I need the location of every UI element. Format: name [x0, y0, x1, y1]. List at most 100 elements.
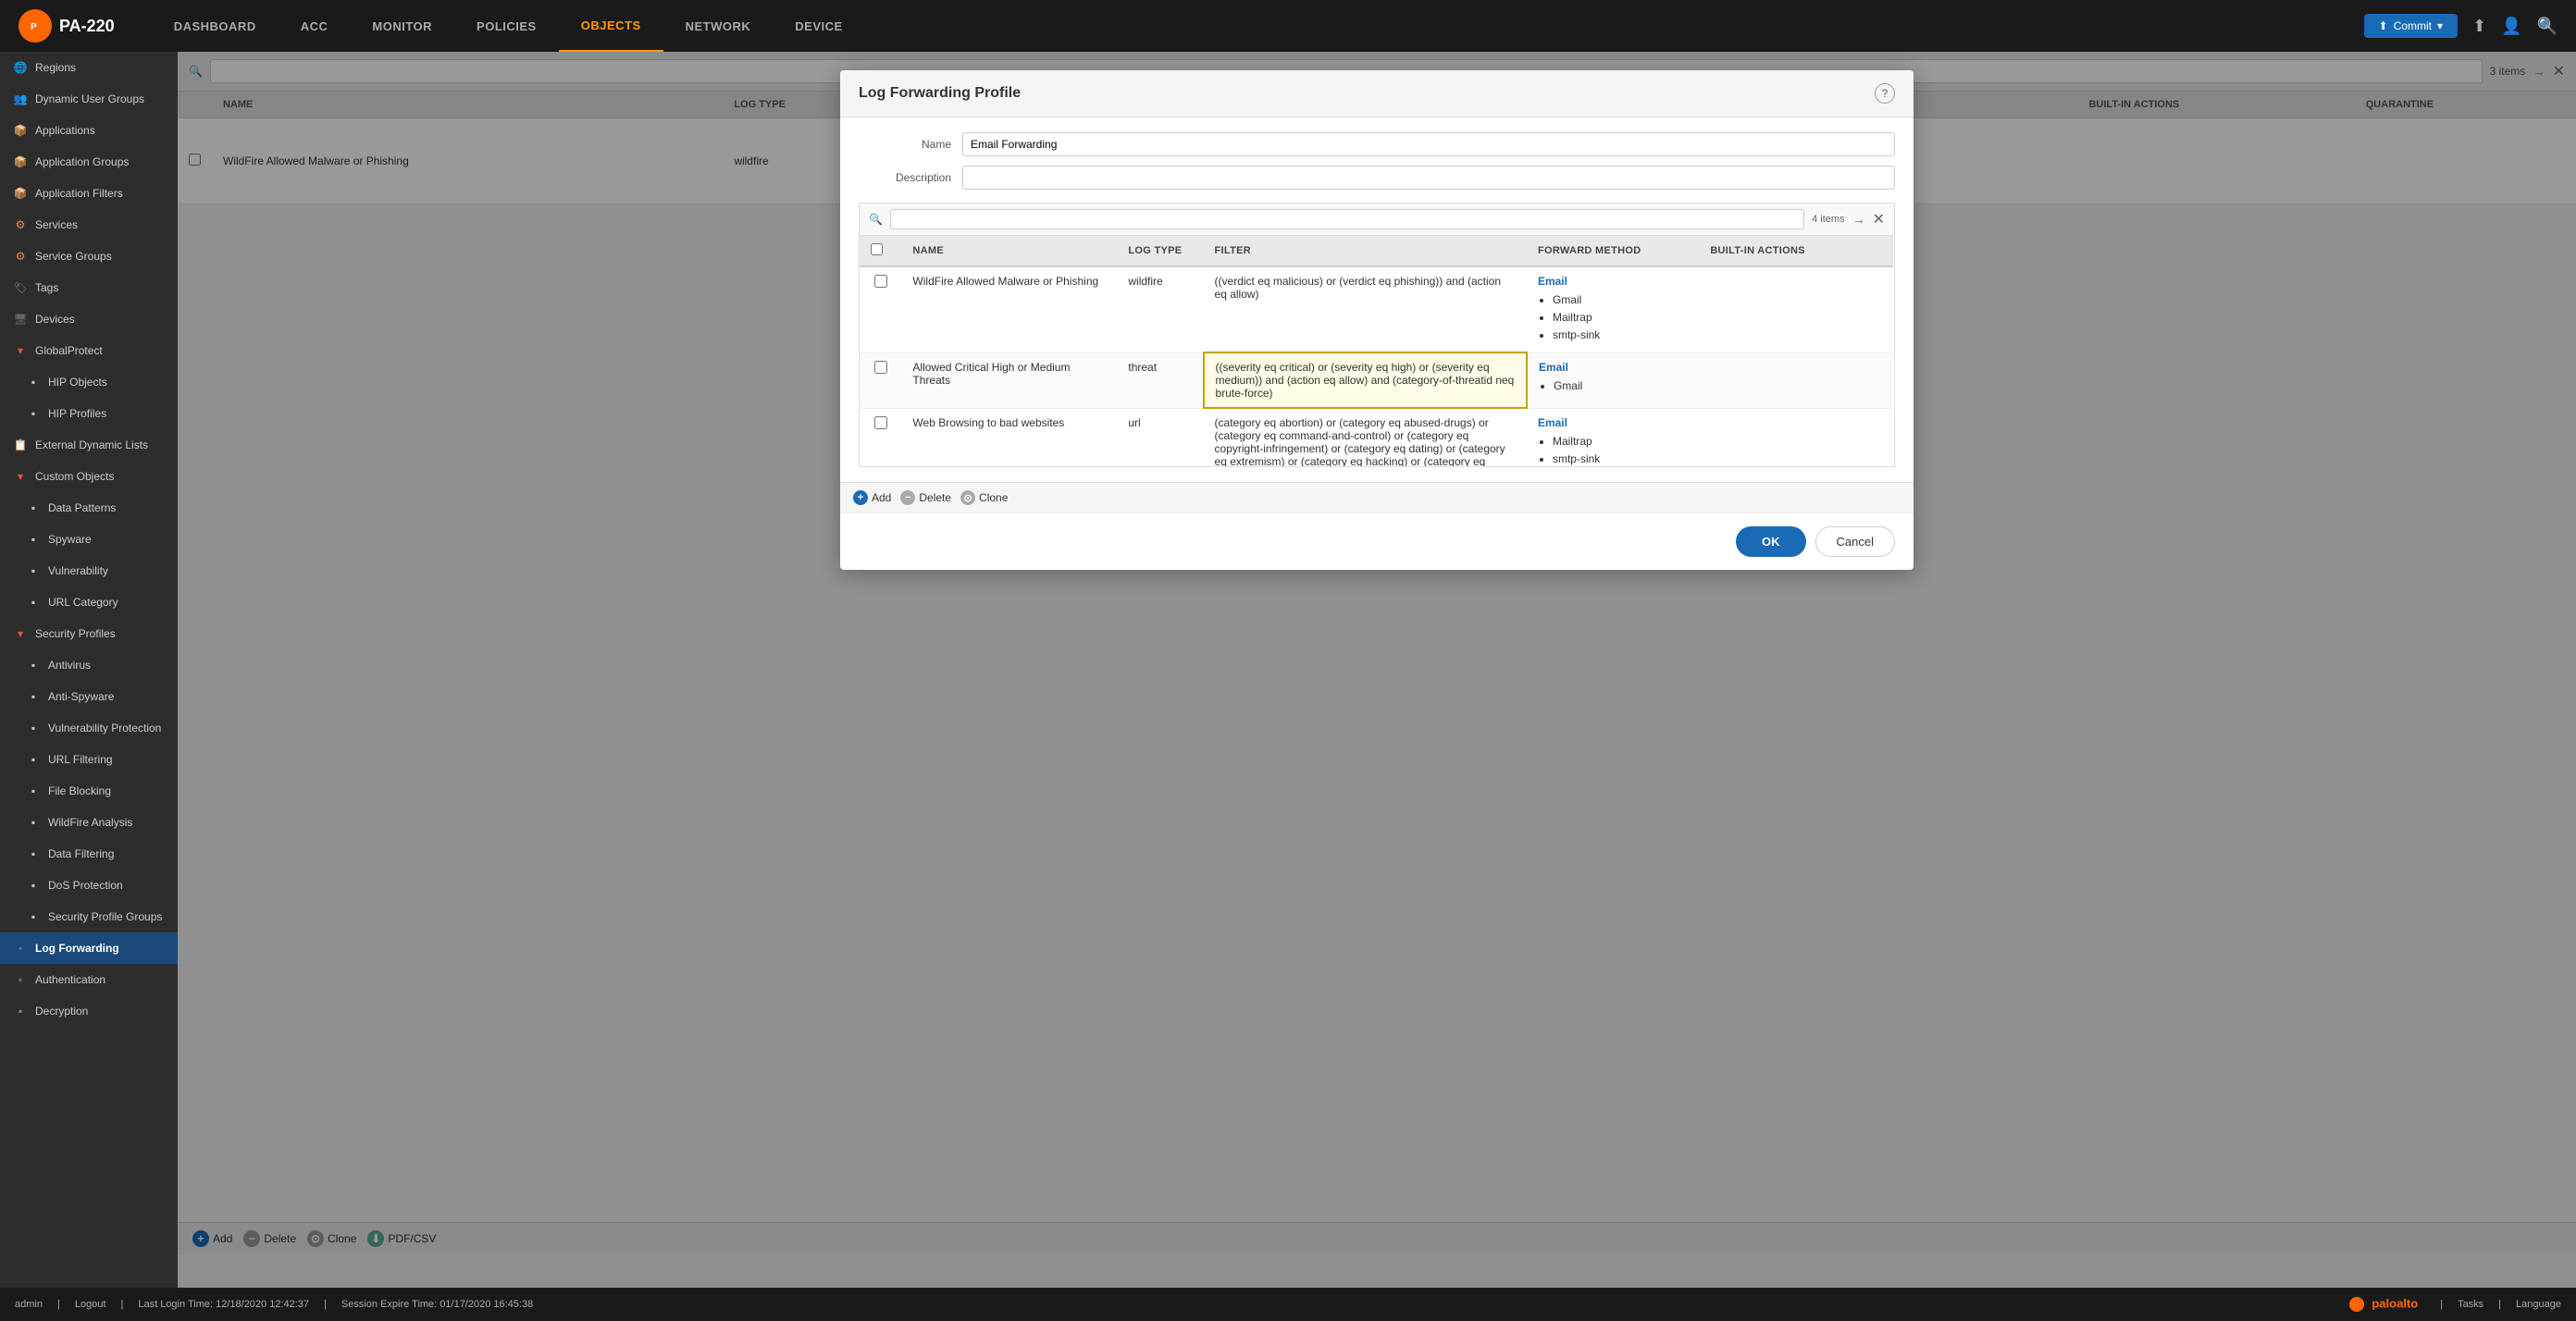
sidebar-item-tags[interactable]: 🏷 Tags [0, 272, 178, 303]
sidebar-item-anti-spyware[interactable]: ▪ Anti-Spyware [0, 681, 178, 712]
modal-help-button[interactable]: ? [1875, 83, 1895, 104]
authentication-icon: ▪ [13, 972, 28, 987]
select-all-checkbox[interactable] [871, 243, 883, 255]
row-2-logtype: url [1117, 408, 1203, 467]
upload-icon-button[interactable]: ⬆ [2472, 17, 2486, 36]
sidebar-item-authentication[interactable]: ▪ Authentication [0, 964, 178, 995]
sidebar-item-application-filters[interactable]: 📦 Application Filters [0, 178, 178, 209]
top-navigation: P PA-220 DASHBOARD ACC MONITOR POLICIES … [0, 0, 2576, 52]
inner-search-input[interactable] [890, 209, 1804, 229]
cancel-button[interactable]: Cancel [1815, 526, 1895, 557]
modal-delete-button[interactable]: − Delete [900, 490, 951, 505]
nav-device[interactable]: DEVICE [773, 0, 864, 52]
row-1-checkbox[interactable] [874, 361, 887, 374]
ok-button[interactable]: OK [1736, 526, 1806, 557]
sidebar-item-url-category[interactable]: ▪ URL Category [0, 586, 178, 618]
sidebar-item-log-forwarding[interactable]: ▪ Log Forwarding [0, 932, 178, 964]
row-1-email-link[interactable]: Email [1539, 361, 1568, 374]
name-row: Name [859, 132, 1895, 156]
inner-table-wrapper: 🔍 4 items → ✕ [859, 203, 1895, 467]
vulnerability-icon: ▪ [26, 563, 41, 578]
sidebar-item-external-dynamic-lists[interactable]: 📋 External Dynamic Lists [0, 429, 178, 461]
nav-policies[interactable]: POLICIES [454, 0, 559, 52]
sidebar-item-custom-objects[interactable]: ▾ Custom Objects [0, 461, 178, 492]
row-0-logtype: wildfire [1117, 266, 1203, 352]
row-1-filter[interactable]: ((severity eq critical) or (severity eq … [1204, 352, 1527, 408]
modal-body: Name Description 🔍 4 item [840, 117, 1913, 482]
sidebar-item-dynamic-user-groups[interactable]: 👥 Dynamic User Groups [0, 83, 178, 115]
row-0-name[interactable]: WildFire Allowed Malware or Phishing [901, 266, 1117, 352]
sidebar-item-vulnerability[interactable]: ▪ Vulnerability [0, 555, 178, 586]
row-0-fwd-gmail: Gmail [1553, 291, 1688, 309]
row-2-filter[interactable]: (category eq abortion) or (category eq a… [1204, 408, 1527, 467]
hip-profiles-icon: ▪ [26, 406, 41, 421]
name-field[interactable] [962, 132, 1895, 156]
row-1-fwd-gmail: Gmail [1554, 377, 1688, 395]
nav-dashboard[interactable]: DASHBOARD [152, 0, 279, 52]
sidebar-item-globalprotect[interactable]: ▾ GlobalProtect [0, 335, 178, 366]
antivirus-icon: ▪ [26, 658, 41, 673]
sidebar-item-decryption[interactable]: ▪ Decryption [0, 995, 178, 1027]
inner-close-button[interactable]: ✕ [1873, 210, 1885, 228]
devices-icon: 🖥 [13, 312, 28, 327]
sidebar-item-devices[interactable]: 🖥 Devices [0, 303, 178, 335]
hip-objects-icon: ▪ [26, 375, 41, 389]
nav-icon-button-2[interactable]: 👤 [2501, 17, 2521, 36]
sidebar-item-data-filtering[interactable]: ▪ Data Filtering [0, 838, 178, 870]
table-row: Allowed Critical High or Medium Threats … [860, 352, 1893, 408]
description-field[interactable] [962, 166, 1895, 190]
nav-monitor[interactable]: MONITOR [350, 0, 454, 52]
row-2-email-link[interactable]: Email [1538, 416, 1567, 429]
sidebar-item-services[interactable]: ⚙ Services [0, 209, 178, 241]
row-2-checkbox[interactable] [874, 416, 887, 429]
row-0-checkbox[interactable] [874, 275, 887, 288]
nav-network[interactable]: NETWORK [663, 0, 774, 52]
sidebar-item-regions[interactable]: 🌐 Regions [0, 52, 178, 83]
tasks-link[interactable]: Tasks [2458, 1299, 2483, 1310]
sidebar-item-security-profiles[interactable]: ▾ Security Profiles [0, 618, 178, 649]
modal-clone-button[interactable]: ⊙ Clone [960, 490, 1008, 505]
content-area: 🔍 3 items → ✕ NAME LOG TYPE FILTER FORWA… [178, 52, 2576, 1288]
status-last-login: Last Login Time: 12/18/2020 12:42:37 [138, 1299, 309, 1310]
row-2-forward[interactable]: Email Mailtrap smtp-sink [1527, 408, 1699, 467]
sidebar-item-data-patterns[interactable]: ▪ Data Patterns [0, 492, 178, 524]
row-0-filter[interactable]: ((verdict eq malicious) or (verdict eq p… [1204, 266, 1527, 352]
nav-acc[interactable]: ACC [279, 0, 351, 52]
inner-nav-next[interactable]: → [1852, 212, 1865, 227]
commit-button[interactable]: ⬆ Commit ▾ [2364, 14, 2458, 38]
sidebar-item-hip-profiles[interactable]: ▪ HIP Profiles [0, 398, 178, 429]
clone-circle-icon: ⊙ [960, 490, 975, 505]
row-1-forward[interactable]: Email Gmail [1527, 352, 1699, 408]
sidebar-item-application-groups[interactable]: 📦 Application Groups [0, 146, 178, 178]
status-logout[interactable]: Logout [75, 1299, 106, 1310]
row-0-forward[interactable]: Email Gmail Mailtrap smtp-sink [1527, 266, 1699, 352]
sidebar-item-wildfire-analysis[interactable]: ▪ WildFire Analysis [0, 807, 178, 838]
search-button[interactable]: 🔍 [2537, 17, 2557, 36]
sidebar-item-vulnerability-protection[interactable]: ▪ Vulnerability Protection [0, 712, 178, 744]
inner-toolbar: 🔍 4 items → ✕ [860, 204, 1894, 236]
description-row: Description [859, 166, 1895, 190]
commit-icon: ⬆ [2379, 19, 2388, 32]
sidebar-item-spyware[interactable]: ▪ Spyware [0, 524, 178, 555]
inner-col-actions: BUILT-IN ACTIONS [1699, 236, 1893, 266]
dynamic-users-icon: 👥 [13, 92, 28, 106]
sidebar-item-antivirus[interactable]: ▪ Antivirus [0, 649, 178, 681]
row-0-fwd-smtp: smtp-sink [1553, 327, 1688, 344]
language-link[interactable]: Language [2516, 1299, 2561, 1310]
sidebar-item-hip-objects[interactable]: ▪ HIP Objects [0, 366, 178, 398]
nav-objects[interactable]: OBJECTS [559, 0, 663, 52]
sidebar-item-file-blocking[interactable]: ▪ File Blocking [0, 775, 178, 807]
row-1-name[interactable]: Allowed Critical High or Medium Threats [901, 352, 1117, 408]
security-profiles-icon: ▾ [13, 626, 28, 641]
row-0-email-link[interactable]: Email [1538, 275, 1567, 288]
modal-add-button[interactable]: + Add [853, 490, 891, 505]
row-2-name[interactable]: Web Browsing to bad websites [901, 408, 1117, 467]
sidebar-item-applications[interactable]: 📦 Applications [0, 115, 178, 146]
sidebar-item-security-profile-groups[interactable]: ▪ Security Profile Groups [0, 901, 178, 932]
sidebar-item-url-filtering[interactable]: ▪ URL Filtering [0, 744, 178, 775]
applications-icon: 📦 [13, 123, 28, 138]
sidebar-item-dos-protection[interactable]: ▪ DoS Protection [0, 870, 178, 901]
inner-items-count: 4 items [1812, 214, 1844, 225]
log-forwarding-icon: ▪ [13, 941, 28, 956]
sidebar-item-service-groups[interactable]: ⚙ Service Groups [0, 241, 178, 272]
